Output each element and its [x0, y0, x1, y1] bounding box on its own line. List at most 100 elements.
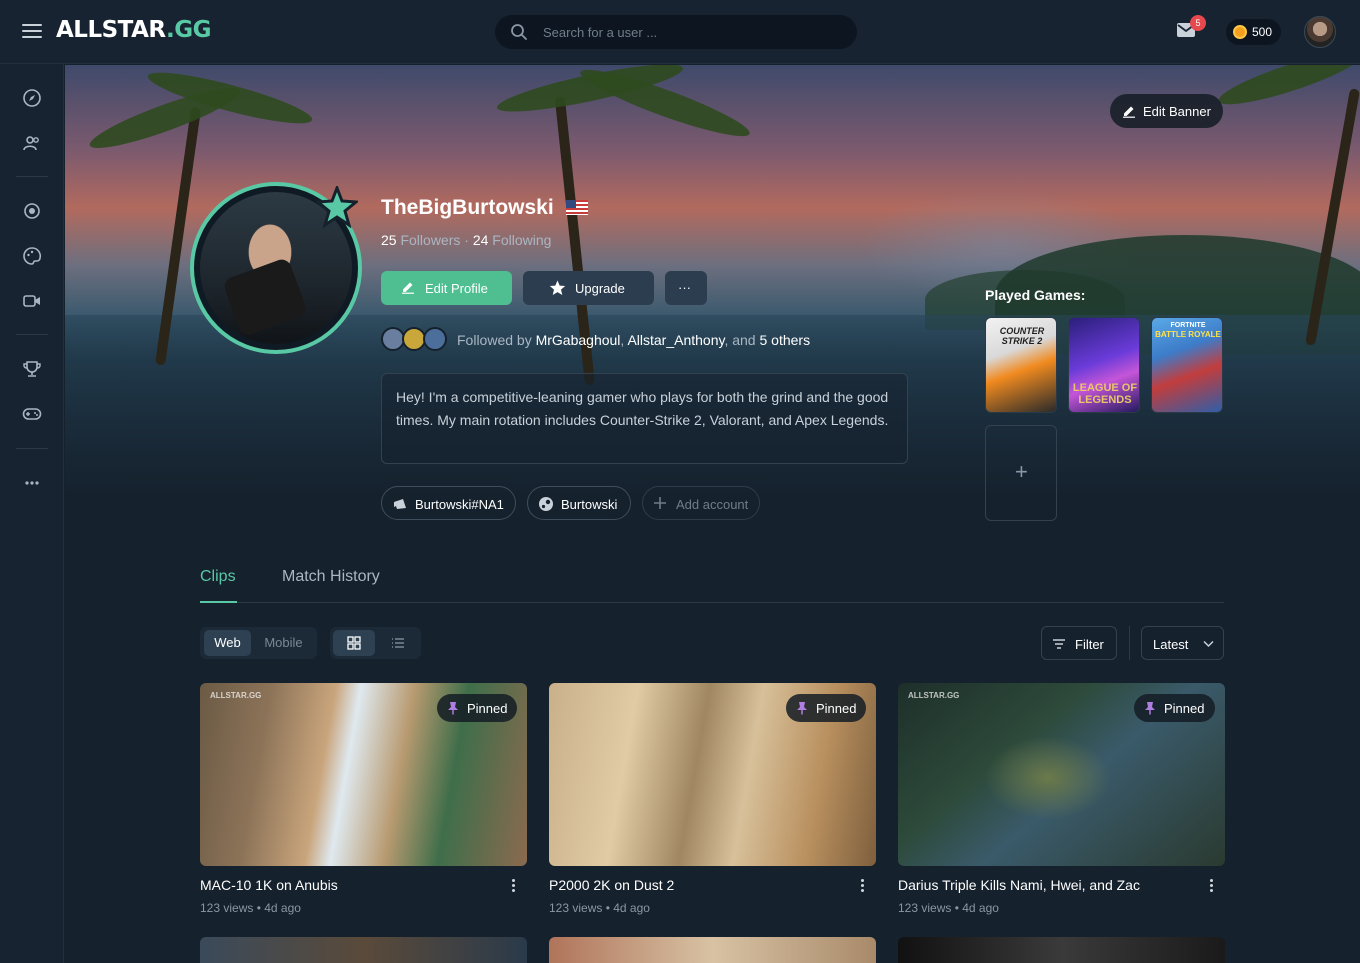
filter-button[interactable]: Filter — [1041, 626, 1117, 660]
pin-icon — [448, 702, 458, 715]
steam-account-chip[interactable]: Burtowski — [527, 486, 631, 520]
pinned-badge: Pinned — [786, 694, 866, 722]
star-badge-icon — [316, 186, 358, 228]
video-icon[interactable] — [22, 291, 42, 311]
avatar-detail — [221, 256, 309, 338]
search-bar[interactable] — [495, 15, 857, 49]
followed-by-text: Followed by MrGabaghoul, Allstar_Anthony… — [457, 332, 810, 348]
sort-dropdown[interactable]: Latest — [1141, 626, 1224, 660]
logo[interactable]: ALLSTAR.GG — [56, 17, 212, 43]
pin-icon — [797, 702, 807, 715]
follower-avatar — [423, 327, 447, 351]
web-toggle[interactable]: Web — [204, 630, 251, 656]
clip-title[interactable]: Darius Triple Kills Nami, Hwei, and Zac — [898, 877, 1140, 893]
game-title: COUNTER — [999, 326, 1045, 336]
filter-icon — [1053, 639, 1065, 649]
grid-view-button[interactable] — [333, 630, 375, 656]
pencil-icon — [402, 282, 414, 294]
sidebar-divider — [16, 334, 48, 335]
pinned-label: Pinned — [816, 701, 857, 716]
coin-balance[interactable]: 500 — [1226, 19, 1281, 45]
follower-link[interactable]: MrGabaghoul — [536, 332, 621, 348]
active-tab-indicator — [200, 601, 237, 603]
pencil-icon — [1123, 106, 1135, 118]
add-account-label: Add account — [676, 497, 749, 512]
pinned-label: Pinned — [467, 701, 508, 716]
clip-title[interactable]: MAC-10 1K on Anubis — [200, 877, 338, 893]
palette-icon[interactable] — [22, 246, 42, 266]
edit-banner-label: Edit Banner — [1143, 104, 1211, 119]
add-account-button[interactable]: Add account — [642, 486, 760, 520]
clip-options-icon[interactable] — [509, 879, 517, 895]
clip-thumbnail-partial[interactable] — [200, 937, 527, 963]
top-bar: ALLSTAR.GG 5 500 — [0, 0, 1360, 64]
follower-avatars[interactable] — [381, 327, 447, 351]
mail-badge: 5 — [1190, 15, 1206, 31]
clip-title[interactable]: P2000 2K on Dust 2 — [549, 877, 674, 893]
plus-icon — [654, 497, 666, 509]
clip-thumbnail-partial[interactable] — [898, 937, 1225, 963]
following-count[interactable]: 24 — [473, 232, 489, 248]
search-icon — [511, 24, 527, 40]
clip-thumbnail[interactable]: ALLSTAR.GG Pinned — [200, 683, 527, 866]
search-input[interactable] — [543, 15, 843, 49]
riot-account-chip[interactable]: Burtowski#NA1 — [381, 486, 516, 520]
gamepad-icon[interactable] — [22, 404, 42, 424]
following-label[interactable]: Following — [492, 232, 551, 248]
played-games-title: Played Games: — [985, 287, 1086, 303]
add-game-label: + — [1015, 459, 1028, 484]
clip-options-icon[interactable] — [858, 879, 866, 895]
users-icon[interactable] — [22, 133, 42, 153]
followers-label[interactable]: Followers — [400, 232, 460, 248]
view-toggle — [330, 627, 421, 659]
followers-count[interactable]: 25 — [381, 232, 397, 248]
clip-thumbnail[interactable]: ALLSTAR.GG Pinned — [898, 683, 1225, 866]
tab-divider — [200, 602, 1224, 603]
username: TheBigBurtowski — [381, 196, 554, 219]
list-view-button[interactable] — [378, 630, 418, 656]
tab-clips[interactable]: Clips — [200, 568, 236, 586]
tab-match-history[interactable]: Match History — [282, 568, 380, 586]
coin-icon — [1233, 25, 1247, 39]
followed-by-prefix: Followed by — [457, 332, 532, 348]
pin-icon — [1145, 702, 1155, 715]
trophy-icon[interactable] — [22, 359, 42, 379]
upgrade-button[interactable]: Upgrade — [523, 271, 654, 305]
clip-watermark: ALLSTAR.GG — [210, 691, 262, 700]
chevron-down-icon — [1203, 640, 1214, 648]
pinned-label: Pinned — [1164, 701, 1205, 716]
user-avatar[interactable] — [1304, 16, 1336, 48]
followers-others-link[interactable]: 5 others — [759, 332, 810, 348]
riot-icon — [394, 499, 406, 509]
followed-by-and: , and — [724, 332, 756, 348]
menu-icon[interactable] — [22, 24, 42, 40]
game-fortnite[interactable]: FORTNITE BATTLE ROYALE — [1151, 317, 1223, 413]
pinned-badge: Pinned — [1134, 694, 1215, 722]
edit-profile-button[interactable]: Edit Profile — [381, 271, 512, 305]
more-icon[interactable] — [22, 473, 42, 493]
edit-profile-label: Edit Profile — [425, 281, 488, 296]
clip-thumbnail[interactable]: Pinned — [549, 683, 876, 866]
game-cs2[interactable]: COUNTER STRIKE 2 — [985, 317, 1057, 413]
game-title: FORTNITE — [1170, 322, 1206, 329]
filter-label: Filter — [1075, 637, 1104, 652]
sidebar — [0, 64, 64, 963]
coin-value: 500 — [1252, 25, 1273, 39]
more-options-label: ··· — [678, 280, 691, 295]
broadcast-icon[interactable] — [22, 201, 42, 221]
add-game-button[interactable]: + — [985, 425, 1057, 521]
toolbar-divider — [1129, 626, 1130, 660]
edit-banner-button[interactable]: Edit Banner — [1110, 94, 1223, 128]
mobile-toggle[interactable]: Mobile — [255, 630, 312, 656]
game-title: LEAGUE OF — [1072, 382, 1138, 394]
clip-thumbnail-partial[interactable] — [549, 937, 876, 963]
follower-link[interactable]: Allstar_Anthony — [627, 332, 724, 348]
palm-leaf — [1214, 65, 1360, 114]
us-flag-icon — [566, 200, 588, 215]
star-icon — [549, 280, 566, 295]
game-title: STRIKE 2 — [1001, 336, 1043, 346]
more-options-button[interactable]: ··· — [665, 271, 707, 305]
game-league-of-legends[interactable]: LEAGUE OF LEGENDS — [1068, 317, 1140, 413]
compass-icon[interactable] — [22, 88, 42, 108]
clip-options-icon[interactable] — [1207, 879, 1215, 895]
